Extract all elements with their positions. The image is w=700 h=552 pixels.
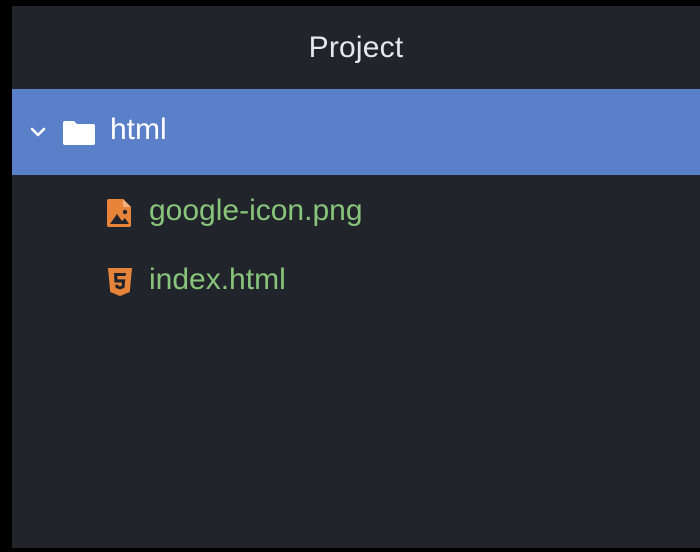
html5-file-icon: [106, 267, 133, 297]
panel-header: Project: [12, 6, 700, 89]
panel-title: Project: [308, 30, 404, 64]
tree-file-google-icon-png[interactable]: google-icon.png: [12, 178, 700, 247]
folder-label: html: [110, 113, 167, 146]
file-label: index.html: [149, 262, 286, 296]
image-file-icon: [106, 198, 133, 228]
project-panel: Project html google-icon.png index.html: [0, 0, 700, 552]
chevron-down-icon[interactable]: [28, 122, 48, 142]
tree-file-index-html[interactable]: index.html: [12, 247, 700, 316]
tree-folder-html[interactable]: html: [12, 89, 700, 175]
folder-icon: [62, 117, 96, 147]
file-label: google-icon.png: [149, 193, 363, 227]
